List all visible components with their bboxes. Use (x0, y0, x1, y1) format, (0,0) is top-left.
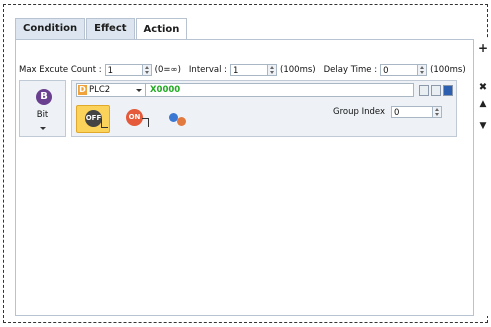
address-tools (417, 84, 453, 96)
max-count-label: Max Excute Count : (19, 65, 102, 75)
group-index-label: Group Index (333, 107, 385, 117)
set-on-button[interactable]: ON (118, 105, 152, 133)
delay-unit: (100ms) (430, 65, 466, 75)
interval-input[interactable]: 1 (230, 64, 269, 76)
address-browse-icon[interactable] (431, 84, 441, 96)
parameters-row: Max Excute Count : 1 (0=∞) Interval : 1 … (19, 63, 474, 77)
bit-label: Bit (36, 110, 49, 120)
side-toolbar: + ✖ ▲ ▼ (476, 39, 490, 316)
tab-condition[interactable]: Condition (15, 18, 86, 39)
max-count-hint: (0=∞) (154, 65, 181, 75)
set-off-button[interactable]: OFF (76, 105, 110, 133)
toggle-icon-secondary (177, 117, 186, 126)
delay-spinner[interactable] (418, 64, 428, 76)
delay-input[interactable]: 0 (380, 64, 419, 76)
max-count-input[interactable]: 1 (104, 64, 143, 76)
falling-edge-icon (101, 119, 108, 128)
delay-label: Delay Time : (323, 65, 378, 75)
tab-effect[interactable]: Effect (86, 18, 135, 39)
max-count-spinner[interactable] (142, 64, 152, 76)
toggle-button[interactable] (160, 105, 194, 133)
add-button[interactable]: + (476, 41, 490, 55)
rising-edge-icon (142, 118, 149, 127)
device-row: D PLC2 X0000 (76, 83, 453, 97)
plc-select[interactable]: D PLC2 (76, 83, 146, 97)
chevron-down-icon (40, 127, 46, 130)
address-input[interactable]: X0000 (146, 83, 414, 97)
tab-action[interactable]: Action (135, 18, 188, 40)
address-spinner-icon[interactable] (419, 84, 429, 96)
group-index-input[interactable]: 0 (390, 106, 433, 118)
interval-spinner[interactable] (268, 64, 278, 76)
tab-bar: Condition Effect Action (15, 17, 188, 40)
on-bulb-icon: ON (126, 109, 143, 126)
interval-label: Interval : (188, 65, 228, 75)
group-index-spinner[interactable] (432, 106, 442, 118)
off-bulb-icon: OFF (85, 110, 102, 127)
action-type-group: OFF ON (76, 104, 202, 134)
move-up-button[interactable]: ▲ (476, 97, 490, 111)
group-index: Group Index 0 (333, 106, 442, 118)
bit-icon: B (36, 89, 52, 105)
plc-select-value: PLC2 (89, 85, 111, 95)
device-badge-icon: D (78, 85, 87, 95)
bit-type-selector[interactable]: B Bit (19, 80, 66, 137)
delete-button[interactable]: ✖ (476, 81, 490, 95)
move-down-button[interactable]: ▼ (476, 119, 490, 133)
calculator-icon[interactable] (443, 84, 453, 96)
interval-unit: (100ms) (280, 65, 316, 75)
dropdown-caret-icon (136, 88, 142, 92)
